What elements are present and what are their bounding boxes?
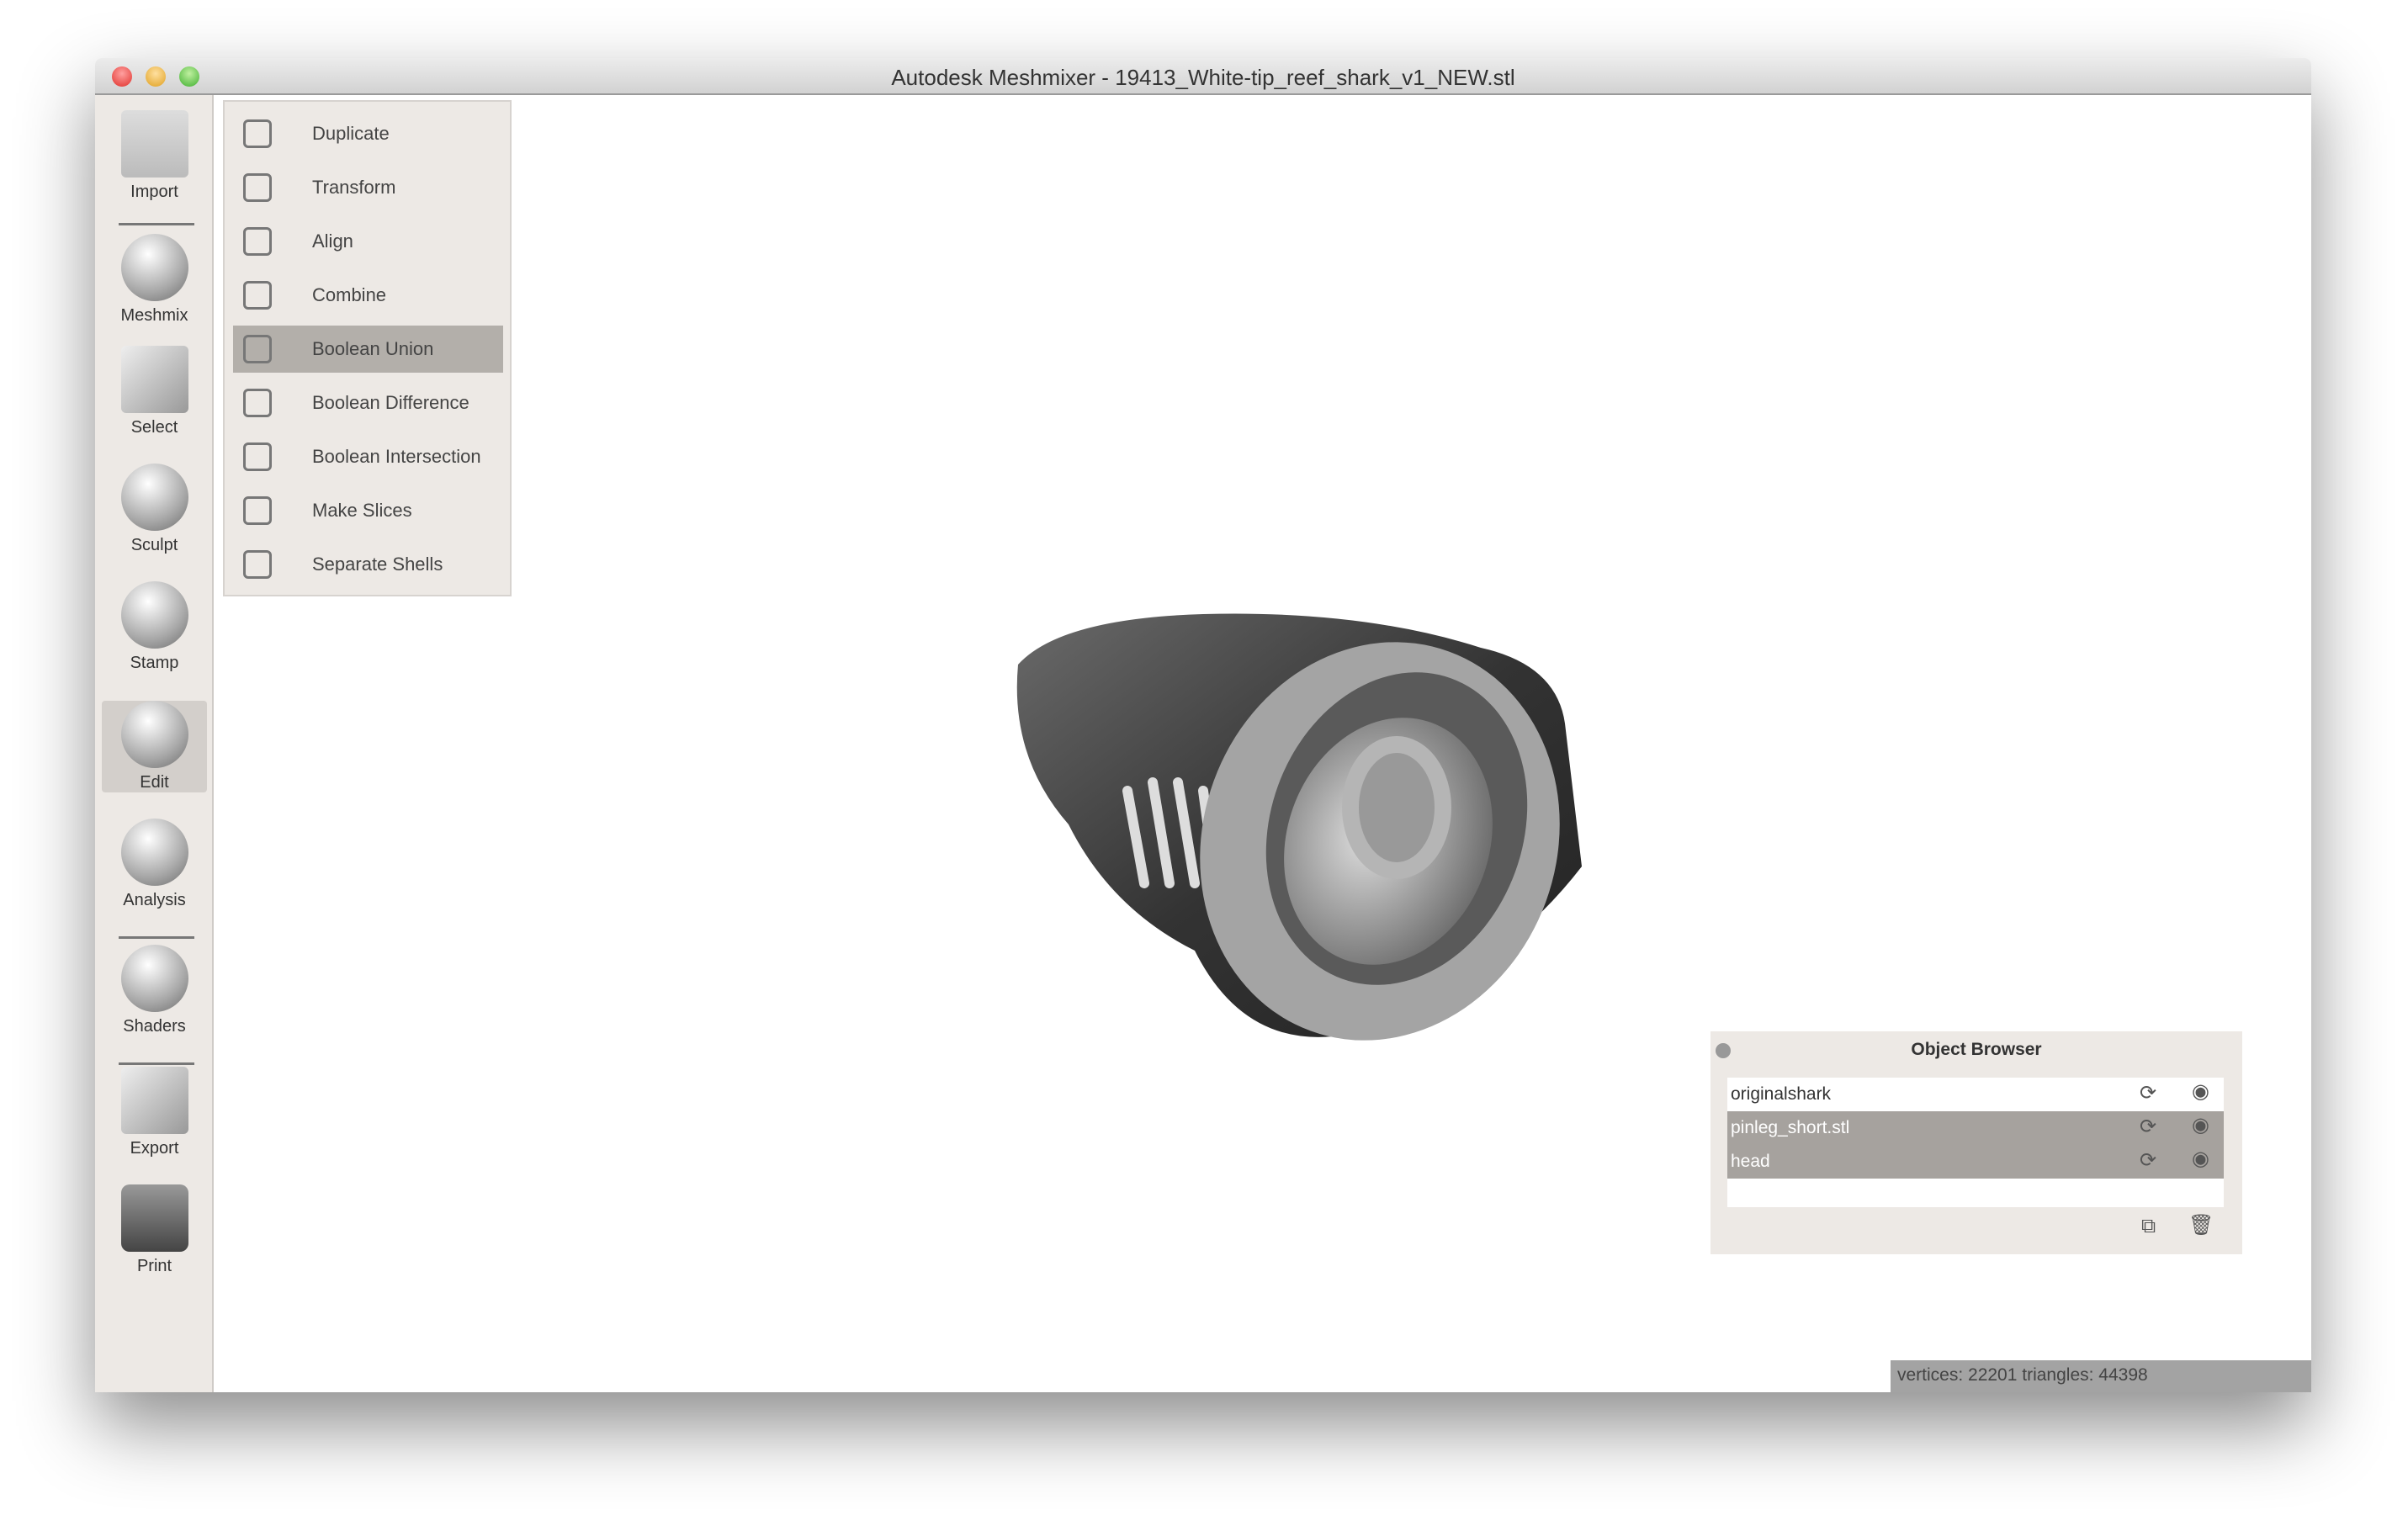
shark-head-model — [1016, 613, 1582, 1041]
tool-analysis[interactable]: Analysis — [102, 819, 207, 910]
duplicate-object-button[interactable]: ⧉ — [2141, 1215, 2156, 1238]
tool-label: Import — [130, 183, 178, 201]
shader-sphere-icon — [120, 945, 188, 1012]
face-sphere-icon — [120, 234, 188, 301]
tool-label: Meshmix — [120, 306, 188, 325]
eye-icon[interactable]: ◉ — [2192, 1113, 2209, 1137]
status-bar: vertices: 22201 triangles: 44398 — [1891, 1360, 2311, 1392]
tool-select[interactable]: Select — [102, 346, 207, 437]
object-row[interactable]: pinleg_short.stl ⟳ ◉ — [1727, 1111, 2224, 1145]
object-row[interactable]: originalshark ⟳ ◉ — [1727, 1078, 2224, 1111]
eye-icon[interactable]: ◉ — [2192, 1147, 2209, 1171]
tool-print[interactable]: Print — [102, 1184, 207, 1276]
magnet-icon[interactable]: ⟳ — [2140, 1115, 2156, 1139]
export-icon — [120, 1067, 188, 1134]
magnet-icon[interactable]: ⟳ — [2140, 1081, 2156, 1105]
object-name: head — [1731, 1152, 1770, 1171]
tool-label: Stamp — [130, 654, 179, 672]
tool-export[interactable]: Export — [102, 1067, 207, 1158]
tool-label: Select — [130, 418, 178, 437]
object-name: originalshark — [1731, 1084, 1832, 1104]
divider — [119, 223, 194, 225]
divider — [119, 1062, 194, 1065]
tool-stamp[interactable]: Stamp — [102, 581, 207, 673]
edit-sphere-icon — [120, 701, 188, 768]
brush-sphere-icon — [120, 464, 188, 531]
object-name: pinleg_short.stl — [1731, 1118, 1850, 1137]
printer-icon — [120, 1184, 188, 1252]
panel-title: Object Browser — [1911, 1040, 2042, 1059]
stamp-sphere-icon — [120, 581, 188, 649]
object-browser-panel: Object Browser originalshark ⟳ ◉ pinleg_sho… — [1711, 1031, 2242, 1254]
arrow-pointer-icon — [120, 346, 188, 413]
tool-label: Export — [130, 1139, 179, 1158]
tool-meshmix[interactable]: Meshmix — [102, 234, 207, 326]
tool-shaders[interactable]: Shaders — [102, 945, 207, 1036]
tool-label: Print — [136, 1257, 172, 1275]
tool-import[interactable]: Import — [102, 110, 207, 202]
title-bar: Autodesk Meshmixer - 19413_White-tip_ree… — [95, 58, 2311, 95]
eye-icon[interactable]: ◉ — [2192, 1079, 2209, 1104]
tool-sidebar: Import Meshmix Select Sculpt Stamp Edit Analys… — [95, 95, 214, 1392]
tool-edit[interactable]: Edit — [102, 701, 207, 792]
divider — [119, 936, 194, 939]
plus-icon — [120, 110, 188, 178]
magnet-icon[interactable]: ⟳ — [2140, 1148, 2156, 1173]
tool-label: Sculpt — [130, 536, 178, 554]
tool-sculpt[interactable]: Sculpt — [102, 464, 207, 555]
object-list: originalshark ⟳ ◉ pinleg_short.stl ⟳ ◉ head ⟳ ◉ — [1727, 1078, 2224, 1207]
analysis-sphere-icon — [120, 819, 188, 886]
tool-label: Shaders — [123, 1017, 186, 1036]
app-window: Autodesk Meshmixer - 19413_White-tip_ree… — [95, 58, 2311, 1392]
window-title: Autodesk Meshmixer - 19413_White-tip_ree… — [891, 65, 1515, 90]
object-row[interactable]: head ⟳ ◉ — [1727, 1145, 2224, 1179]
delete-object-button[interactable]: 🗑 — [2188, 1213, 2214, 1237]
tool-label: Analysis — [123, 891, 186, 909]
tool-label: Edit — [140, 773, 169, 792]
